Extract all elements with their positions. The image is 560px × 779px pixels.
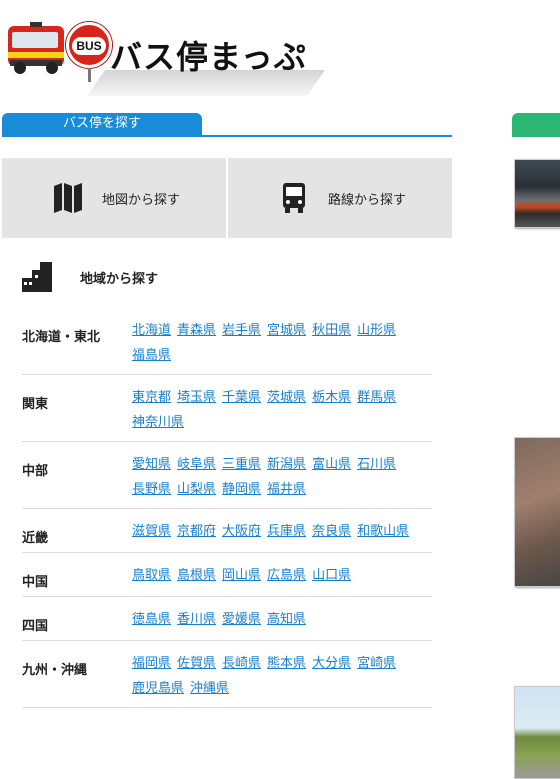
sign-text: BUS	[72, 37, 106, 55]
pref-link[interactable]: 広島県	[267, 563, 306, 590]
pref-link[interactable]: 鹿児島県	[132, 676, 184, 701]
pref-link[interactable]: 埼玉県	[177, 385, 216, 410]
pref-link[interactable]: 福岡県	[132, 651, 171, 676]
region-name: 四国	[22, 619, 49, 634]
pref-link[interactable]: 三重県	[222, 452, 261, 477]
region-list: 北海道・東北 北海道 青森県 岩手県 宮城県 秋田県 山形県 福島県 関東 東京…	[22, 308, 432, 708]
pref-link[interactable]: 新潟県	[267, 452, 306, 477]
pref-link[interactable]: 鳥取県	[132, 563, 171, 590]
region-row-chugoku: 中国 鳥取県 島根県 岡山県 広島県 山口県	[22, 553, 432, 597]
pref-link[interactable]: 福井県	[267, 477, 306, 502]
pref-link[interactable]: 富山県	[312, 452, 351, 477]
pref-link[interactable]: 宮城県	[267, 318, 306, 343]
pref-link[interactable]: 福島県	[132, 343, 171, 368]
region-row-kinki: 近畿 滋賀県 京都府 大阪府 兵庫県 奈良県 和歌山県	[22, 509, 432, 553]
site-title: バス停まっぷ	[110, 38, 307, 76]
pref-link[interactable]: 高知県	[267, 607, 306, 634]
map-icon	[54, 183, 82, 213]
pref-link[interactable]: 兵庫県	[267, 519, 306, 546]
pref-link[interactable]: 熊本県	[267, 651, 306, 676]
bus-stop-photo-thumbnail[interactable]	[514, 437, 560, 587]
bus-logo-icon	[8, 22, 64, 74]
pref-link[interactable]: 香川県	[177, 607, 216, 634]
region-name: 関東	[22, 397, 49, 412]
pref-link[interactable]: 長崎県	[222, 651, 261, 676]
pref-link[interactable]: 愛媛県	[222, 607, 261, 634]
region-name: 北海道・東北	[22, 330, 101, 345]
site-logo[interactable]: BUS バス停まっぷ	[0, 14, 326, 96]
bus-stop-photo-thumbnail[interactable]	[514, 686, 560, 779]
bus-icon	[283, 183, 305, 213]
pref-link[interactable]: 静岡県	[222, 477, 261, 502]
pref-link[interactable]: 岡山県	[222, 563, 261, 590]
search-by-map-label: 地図から探す	[102, 192, 181, 208]
pref-link[interactable]: 山梨県	[177, 477, 216, 502]
pref-link[interactable]: 岐阜県	[177, 452, 216, 477]
pref-link[interactable]: 岩手県	[222, 318, 261, 343]
region-name: 中国	[22, 575, 49, 590]
tab-find-bus-stop[interactable]: バス停を探す	[2, 113, 202, 137]
search-by-route-button[interactable]: 路線から探す	[228, 158, 452, 238]
pref-link[interactable]: 栃木県	[312, 385, 351, 410]
bus-stop-sign-icon: BUS	[66, 22, 112, 68]
search-by-map-button[interactable]: 地図から探す	[2, 158, 226, 238]
region-row-kyushu-okinawa: 九州・沖縄 福岡県 佐賀県 長崎県 熊本県 大分県 宮崎県 鹿児島県 沖縄県	[22, 641, 432, 708]
search-by-route-label: 路線から探す	[328, 192, 407, 208]
sign-pole	[88, 68, 91, 82]
pref-link[interactable]: 大分県	[312, 651, 351, 676]
pref-link[interactable]: 奈良県	[312, 519, 351, 546]
side-section-tab[interactable]	[512, 113, 560, 137]
region-row-hokkaido-tohoku: 北海道・東北 北海道 青森県 岩手県 宮城県 秋田県 山形県 福島県	[22, 308, 432, 375]
pref-link[interactable]: 徳島県	[132, 607, 171, 634]
bus-stop-photo-thumbnail[interactable]	[514, 159, 560, 228]
pref-link[interactable]: 沖縄県	[190, 676, 229, 701]
pref-link[interactable]: 青森県	[177, 318, 216, 343]
region-row-chubu: 中部 愛知県 岐阜県 三重県 新潟県 富山県 石川県 長野県 山梨県 静岡県 福…	[22, 442, 432, 509]
pref-link[interactable]: 神奈川県	[132, 410, 184, 435]
region-name: 近畿	[22, 531, 49, 546]
pref-link[interactable]: 石川県	[357, 452, 396, 477]
pref-link[interactable]: 愛知県	[132, 452, 171, 477]
pref-link[interactable]: 長野県	[132, 477, 171, 502]
pref-link[interactable]: 宮崎県	[357, 651, 396, 676]
pref-link[interactable]: 山口県	[312, 563, 351, 590]
building-icon	[22, 262, 52, 292]
pref-link[interactable]: 佐賀県	[177, 651, 216, 676]
region-heading: 地域から探す	[22, 262, 158, 292]
pref-link[interactable]: 島根県	[177, 563, 216, 590]
region-row-shikoku: 四国 徳島県 香川県 愛媛県 高知県	[22, 597, 432, 641]
pref-link[interactable]: 東京都	[132, 385, 171, 410]
region-row-kanto: 関東 東京都 埼玉県 千葉県 茨城県 栃木県 群馬県 神奈川県	[22, 375, 432, 442]
pref-link[interactable]: 秋田県	[312, 318, 351, 343]
region-name: 九州・沖縄	[22, 663, 88, 678]
search-buttons: 地図から探す 路線から探す	[2, 158, 452, 238]
pref-link[interactable]: 京都府	[177, 519, 216, 546]
pref-link[interactable]: 群馬県	[357, 385, 396, 410]
pref-link[interactable]: 和歌山県	[357, 519, 409, 546]
region-heading-label: 地域から探す	[80, 271, 159, 287]
pref-link[interactable]: 滋賀県	[132, 519, 171, 546]
pref-link[interactable]: 山形県	[357, 318, 396, 343]
pref-link[interactable]: 北海道	[132, 318, 171, 343]
section-tab-bar: バス停を探す	[2, 113, 452, 137]
pref-link[interactable]: 茨城県	[267, 385, 306, 410]
region-name: 中部	[22, 464, 49, 479]
pref-link[interactable]: 千葉県	[222, 385, 261, 410]
pref-link[interactable]: 大阪府	[222, 519, 261, 546]
